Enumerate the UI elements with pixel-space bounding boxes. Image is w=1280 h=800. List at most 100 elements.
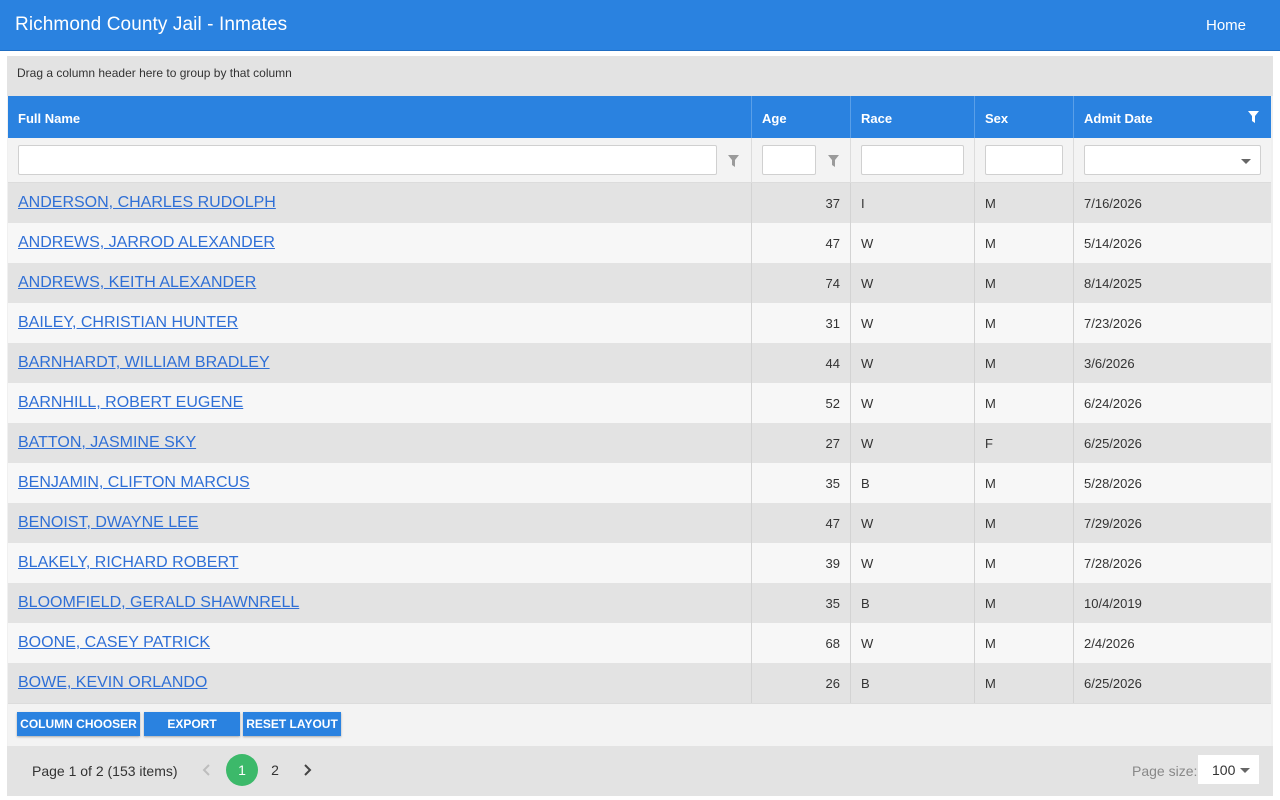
table-row[interactable]: BAILEY, CHRISTIAN HUNTER 31 W M 7/23/2026 <box>8 303 1271 343</box>
grid-toolbar: COLUMN CHOOSER EXPORT RESET LAYOUT <box>8 703 1271 746</box>
sex-cell: M <box>975 503 1074 543</box>
inmate-name-link[interactable]: BOONE, CASEY PATRICK <box>18 634 210 651</box>
inmate-name-link[interactable]: BLOOMFIELD, GERALD SHAWNRELL <box>18 594 299 611</box>
inmate-name-cell: BOWE, KEVIN ORLANDO <box>8 663 752 703</box>
grid-body: ANDERSON, CHARLES RUDOLPH 37 I M 7/16/2026 AN… <box>8 183 1271 703</box>
admit-date-cell-value: 5/28/2026 <box>1084 476 1142 491</box>
age-cell: 47 <box>752 223 851 263</box>
inmate-name-cell: ANDREWS, KEITH ALEXANDER <box>8 263 752 303</box>
filter-icon[interactable] <box>728 155 739 167</box>
inmate-name-link[interactable]: ANDREWS, JARROD ALEXANDER <box>18 234 275 251</box>
page-button-1[interactable]: 1 <box>226 754 258 786</box>
race-cell: I <box>851 183 975 223</box>
age-filter-input[interactable] <box>762 145 816 175</box>
reset-layout-button[interactable]: RESET LAYOUT <box>243 712 341 736</box>
admit-date-cell: 7/16/2026 <box>1074 183 1271 223</box>
inmate-name-cell: BOONE, CASEY PATRICK <box>8 623 752 663</box>
column-header-admit-date[interactable]: Admit Date <box>1074 96 1271 138</box>
header-row: Full Name Age Race Sex Admit Date <box>8 96 1271 138</box>
column-header-age[interactable]: Age <box>752 96 851 138</box>
chevron-left-icon[interactable] <box>197 759 217 781</box>
column-header-sex[interactable]: Sex <box>975 96 1074 138</box>
inmate-name-cell: ANDREWS, JARROD ALEXANDER <box>8 223 752 263</box>
race-cell-value: W <box>861 556 874 571</box>
race-cell: B <box>851 583 975 623</box>
sex-cell-value: M <box>985 316 996 331</box>
inmate-name-link[interactable]: BARNHILL, ROBERT EUGENE <box>18 394 243 411</box>
inmate-name-link[interactable]: BAILEY, CHRISTIAN HUNTER <box>18 314 238 331</box>
race-cell-value: W <box>861 316 874 331</box>
age-cell-value: 74 <box>825 276 840 291</box>
table-row[interactable]: BLAKELY, RICHARD ROBERT 39 W M 7/28/2026 <box>8 543 1271 583</box>
age-cell: 44 <box>752 343 851 383</box>
inmate-name-cell: BATTON, JASMINE SKY <box>8 423 752 463</box>
table-row[interactable]: BENJAMIN, CLIFTON MARCUS 35 B M 5/28/2026 <box>8 463 1271 503</box>
race-cell-value: W <box>861 436 874 451</box>
sex-filter-input[interactable] <box>985 145 1063 175</box>
chevron-down-icon <box>1240 768 1250 773</box>
inmate-name-link[interactable]: BATTON, JASMINE SKY <box>18 434 196 451</box>
admit-date-filter-select[interactable] <box>1084 145 1261 175</box>
inmate-name-link[interactable]: BLAKELY, RICHARD ROBERT <box>18 554 239 571</box>
age-cell: 35 <box>752 463 851 503</box>
column-header-full-name[interactable]: Full Name <box>8 96 752 138</box>
column-header-race[interactable]: Race <box>851 96 975 138</box>
export-button[interactable]: EXPORT <box>144 712 240 736</box>
chevron-right-icon[interactable] <box>297 759 317 781</box>
admit-date-cell: 10/4/2019 <box>1074 583 1271 623</box>
age-cell: 74 <box>752 263 851 303</box>
table-row[interactable]: BOWE, KEVIN ORLANDO 26 B M 6/25/2026 <box>8 663 1271 703</box>
table-row[interactable]: BLOOMFIELD, GERALD SHAWNRELL 35 B M 10/4/201… <box>8 583 1271 623</box>
race-cell-value: W <box>861 276 874 291</box>
inmate-name-link[interactable]: BENOIST, DWAYNE LEE <box>18 514 198 531</box>
pager: Page 1 of 2 (153 items) 1 2 Page size: 1… <box>7 746 1273 796</box>
table-row[interactable]: BATTON, JASMINE SKY 27 W F 6/25/2026 <box>8 423 1271 463</box>
table-row[interactable]: BARNHILL, ROBERT EUGENE 52 W M 6/24/2026 <box>8 383 1271 423</box>
inmate-name-link[interactable]: ANDREWS, KEITH ALEXANDER <box>18 274 256 291</box>
filter-cell-age <box>752 138 851 182</box>
age-cell-value: 35 <box>825 476 840 491</box>
inmate-name-link[interactable]: BOWE, KEVIN ORLANDO <box>18 674 207 691</box>
admit-date-cell-value: 8/14/2025 <box>1084 276 1142 291</box>
age-cell: 47 <box>752 503 851 543</box>
inmate-name-link[interactable]: ANDERSON, CHARLES RUDOLPH <box>18 194 276 211</box>
group-panel[interactable]: Drag a column header here to group by th… <box>7 56 1273 96</box>
inmate-name-link[interactable]: BENJAMIN, CLIFTON MARCUS <box>18 474 250 491</box>
table-row[interactable]: BOONE, CASEY PATRICK 68 W M 2/4/2026 <box>8 623 1271 663</box>
sex-cell-value: M <box>985 556 996 571</box>
race-cell: W <box>851 223 975 263</box>
sex-cell-value: M <box>985 276 996 291</box>
header-filter-icon[interactable] <box>1248 111 1259 123</box>
table-row[interactable]: BARNHARDT, WILLIAM BRADLEY 44 W M 3/6/2026 <box>8 343 1271 383</box>
sex-cell-value: M <box>985 516 996 531</box>
group-panel-text: Drag a column header here to group by th… <box>17 66 292 80</box>
sex-cell: M <box>975 623 1074 663</box>
race-cell: W <box>851 383 975 423</box>
age-cell-value: 27 <box>825 436 840 451</box>
admit-date-cell: 7/29/2026 <box>1074 503 1271 543</box>
page-size-select[interactable]: 100 <box>1198 755 1259 784</box>
sex-cell: F <box>975 423 1074 463</box>
admit-date-cell-value: 3/6/2026 <box>1084 356 1135 371</box>
page-button-2[interactable]: 2 <box>259 754 291 786</box>
inmate-name-cell: ANDERSON, CHARLES RUDOLPH <box>8 183 752 223</box>
admit-date-cell: 8/14/2025 <box>1074 263 1271 303</box>
age-cell: 52 <box>752 383 851 423</box>
filter-icon[interactable] <box>828 155 839 167</box>
age-cell: 26 <box>752 663 851 703</box>
full-name-filter-input[interactable] <box>18 145 717 175</box>
age-cell: 37 <box>752 183 851 223</box>
race-filter-input[interactable] <box>861 145 964 175</box>
table-row[interactable]: BENOIST, DWAYNE LEE 47 W M 7/29/2026 <box>8 503 1271 543</box>
admit-date-cell: 2/4/2026 <box>1074 623 1271 663</box>
filter-cell-race <box>851 138 975 182</box>
table-row[interactable]: ANDREWS, JARROD ALEXANDER 47 W M 5/14/2026 <box>8 223 1271 263</box>
inmate-name-link[interactable]: BARNHARDT, WILLIAM BRADLEY <box>18 354 270 371</box>
table-row[interactable]: ANDERSON, CHARLES RUDOLPH 37 I M 7/16/2026 <box>8 183 1271 223</box>
sex-cell-value: M <box>985 196 996 211</box>
admit-date-cell-value: 10/4/2019 <box>1084 596 1142 611</box>
admit-date-cell-value: 7/28/2026 <box>1084 556 1142 571</box>
home-link[interactable]: Home <box>1206 17 1246 34</box>
table-row[interactable]: ANDREWS, KEITH ALEXANDER 74 W M 8/14/2025 <box>8 263 1271 303</box>
column-chooser-button[interactable]: COLUMN CHOOSER <box>17 712 140 736</box>
